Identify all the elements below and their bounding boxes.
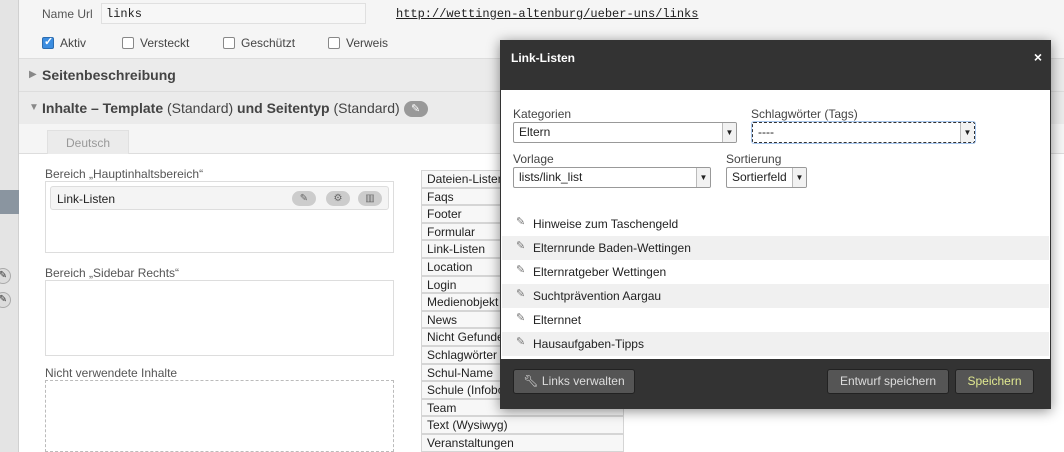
dialog-footer: 🔧︎ Links verwalten Entwurf speichern Spe… (501, 359, 1050, 408)
save-button[interactable]: Speichern (955, 369, 1034, 394)
pencil-icon[interactable]: ✎ (516, 287, 525, 300)
chevron-down-icon: ▼ (722, 123, 736, 142)
collapse-arrow-icon[interactable]: ▼ (29, 102, 39, 113)
dialog-title: Link-Listen (511, 51, 576, 65)
tab-deutsch[interactable]: Deutsch (47, 130, 129, 154)
link-title: Suchtprävention Aargau (533, 289, 662, 303)
content-item-link-listen[interactable]: Link-Listen ✎ ⚙ ▥ (50, 186, 389, 210)
area-label-unused: Nicht verwendete Inhalte (45, 366, 178, 380)
expand-arrow-icon[interactable]: ▶ (29, 69, 37, 80)
verweis-label: Verweis (346, 36, 389, 50)
left-sidebar-strip: ✎ ✎ (0, 0, 19, 452)
vorlage-select[interactable]: lists/link_list ▼ (513, 167, 711, 188)
pencil-icon[interactable]: ✎ (516, 263, 525, 276)
geschuetzt-checkbox[interactable]: Geschützt (223, 36, 295, 50)
chevron-down-icon: ▼ (960, 123, 974, 142)
sortierung-select[interactable]: Sortierfeld ▼ (726, 167, 807, 188)
tags-label: Schlagwörter (Tags) (751, 107, 858, 121)
chevron-down-icon: ▼ (696, 168, 710, 187)
edit-icon[interactable]: ✎ (292, 191, 316, 206)
link-list: ✎ Hinweise zum Taschengeld ✎ Elternrunde… (502, 212, 1049, 356)
list-item[interactable]: ✎ Elternratgeber Wettingen (502, 260, 1049, 284)
kategorien-value: Eltern (519, 125, 551, 139)
versteckt-checkbox[interactable]: Versteckt (122, 36, 189, 50)
link-listen-dialog: Link-Listen × Kategorien Eltern ▼ Schlag… (500, 40, 1051, 409)
close-icon[interactable]: × (1034, 49, 1042, 65)
list-item[interactable]: ✎ Hausaufgaben-Tipps (502, 332, 1049, 356)
trash-icon[interactable]: ▥ (358, 191, 382, 206)
pencil-icon[interactable]: ✎ (516, 335, 525, 348)
content-type-item[interactable]: Text (Wysiwyg) (421, 416, 624, 434)
checkbox-checked-icon[interactable] (42, 35, 54, 49)
area-label-main: Bereich „Hauptinhaltsbereich“ (45, 167, 204, 181)
area-main-dropzone[interactable]: Link-Listen ✎ ⚙ ▥ (45, 181, 394, 253)
content-type-item[interactable]: Veranstaltungen (421, 433, 624, 452)
pencil-icon[interactable]: ✎ (516, 239, 525, 252)
pencil-icon[interactable]: ✎ (0, 292, 11, 308)
area-unused-dropzone[interactable] (45, 380, 394, 452)
sidebar-active-marker (0, 190, 19, 214)
section-title: Inhalte – Template (Standard) und Seiten… (42, 100, 428, 118)
link-title: Elternratgeber Wettingen (533, 265, 667, 279)
tags-value: ---- (758, 125, 774, 139)
sortierung-value: Sortierfeld (732, 170, 787, 184)
link-title: Hinweise zum Taschengeld (533, 217, 679, 231)
name-url-label: Name Url (42, 7, 93, 21)
gear-icon[interactable]: ⚙ (326, 191, 350, 206)
aktiv-label: Aktiv (60, 36, 87, 50)
versteckt-label: Versteckt (140, 36, 190, 50)
checkbox-icon[interactable] (122, 37, 134, 49)
name-url-input[interactable]: links (101, 3, 366, 24)
pencil-icon[interactable]: ✎ (516, 215, 525, 228)
save-draft-button[interactable]: Entwurf speichern (827, 369, 949, 394)
kategorien-label: Kategorien (513, 107, 572, 121)
link-title: Hausaufgaben-Tipps (533, 337, 644, 351)
dialog-header: Link-Listen × (501, 41, 1050, 90)
list-item[interactable]: ✎ Hinweise zum Taschengeld (502, 212, 1049, 236)
area-label-sidebar: Bereich „Sidebar Rechts“ (45, 266, 180, 280)
checkbox-icon[interactable] (223, 37, 235, 49)
area-sidebar-dropzone[interactable] (45, 280, 394, 356)
manage-links-button[interactable]: 🔧︎ Links verwalten (513, 369, 635, 394)
list-item[interactable]: ✎ Elternrunde Baden-Wettingen (502, 236, 1049, 260)
edit-template-button[interactable]: ✎ (403, 101, 428, 118)
list-item[interactable]: ✎ Suchtprävention Aargau (502, 284, 1049, 308)
vorlage-label: Vorlage (513, 152, 554, 166)
kategorien-select[interactable]: Eltern ▼ (513, 122, 737, 143)
list-item[interactable]: ✎ Elternnet (502, 308, 1049, 332)
checkbox-icon[interactable] (328, 37, 340, 49)
vorlage-value: lists/link_list (519, 170, 583, 184)
link-title: Elternnet (533, 313, 582, 327)
manage-links-label: Links verwalten (541, 374, 625, 388)
section-title: Seitenbeschreibung (42, 67, 176, 83)
aktiv-checkbox[interactable]: Aktiv (42, 35, 87, 50)
content-item-label: Link-Listen (57, 192, 116, 206)
tags-select[interactable]: ---- ▼ (752, 122, 975, 143)
chevron-down-icon: ▼ (792, 168, 806, 187)
page-url-link[interactable]: http://wettingen-altenburg/ueber-uns/lin… (396, 7, 698, 21)
pencil-icon[interactable]: ✎ (0, 268, 11, 284)
pencil-icon[interactable]: ✎ (516, 311, 525, 324)
verweis-checkbox[interactable]: Verweis (328, 36, 388, 50)
geschuetzt-label: Geschützt (241, 36, 296, 50)
sortierung-label: Sortierung (726, 152, 782, 166)
link-title: Elternrunde Baden-Wettingen (533, 241, 691, 255)
wrench-icon: 🔧︎ (523, 374, 539, 388)
